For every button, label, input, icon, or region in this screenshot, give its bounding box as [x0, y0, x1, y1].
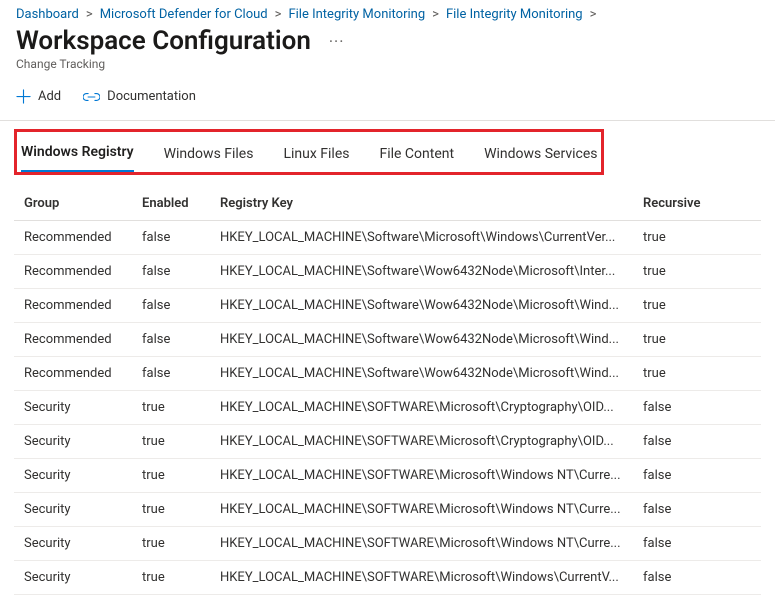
- add-button[interactable]: Add: [16, 89, 61, 104]
- documentation-link[interactable]: Documentation: [83, 89, 196, 104]
- col-group[interactable]: Group: [24, 196, 134, 211]
- breadcrumb-item[interactable]: Microsoft Defender for Cloud: [100, 7, 268, 22]
- cell-recursive: false: [643, 400, 723, 415]
- cell-registry-key: HKEY_LOCAL_MACHINE\Software\Wow6432Node\…: [220, 366, 635, 381]
- table-row[interactable]: Recommended false HKEY_LOCAL_MACHINE\Softw…: [14, 357, 761, 391]
- toolbar: Add Documentation: [0, 71, 775, 120]
- table-row[interactable]: Security true HKEY_LOCAL_MACHINE\SOFTWARE\…: [14, 459, 761, 493]
- cell-enabled: true: [142, 434, 212, 449]
- cell-registry-key: HKEY_LOCAL_MACHINE\SOFTWARE\Microsoft\Wi…: [220, 468, 635, 483]
- cell-enabled: true: [142, 502, 212, 517]
- table-row[interactable]: Security true HKEY_LOCAL_MACHINE\SOFTWARE\…: [14, 527, 761, 561]
- cell-group: Recommended: [24, 298, 134, 313]
- cell-enabled: false: [142, 298, 212, 313]
- breadcrumb-item[interactable]: Dashboard: [16, 7, 79, 22]
- cell-registry-key: HKEY_LOCAL_MACHINE\Software\Microsoft\Wi…: [220, 230, 635, 245]
- table-row[interactable]: Security true HKEY_LOCAL_MACHINE\SOFTWARE\…: [14, 561, 761, 595]
- chevron-right-icon: >: [275, 7, 282, 22]
- tabs-highlight-box: Windows Registry Windows Files Linux Fil…: [14, 129, 604, 175]
- tab-file-content[interactable]: File Content: [379, 142, 454, 172]
- more-actions-button[interactable]: ···: [329, 32, 345, 51]
- cell-enabled: true: [142, 570, 212, 585]
- table-row[interactable]: Security true HKEY_LOCAL_MACHINE\SOFTWARE\…: [14, 425, 761, 459]
- cell-recursive: true: [643, 264, 723, 279]
- tabs: Windows Registry Windows Files Linux Fil…: [21, 140, 597, 172]
- cell-registry-key: HKEY_LOCAL_MACHINE\Software\Wow6432Node\…: [220, 264, 635, 279]
- add-button-label: Add: [38, 89, 61, 104]
- table-row[interactable]: Recommended false HKEY_LOCAL_MACHINE\Softw…: [14, 323, 761, 357]
- cell-group: Recommended: [24, 366, 134, 381]
- cell-recursive: true: [643, 230, 723, 245]
- table-row[interactable]: Recommended false HKEY_LOCAL_MACHINE\Softw…: [14, 289, 761, 323]
- cell-registry-key: HKEY_LOCAL_MACHINE\Software\Wow6432Node\…: [220, 298, 635, 313]
- chevron-right-icon: >: [590, 7, 597, 22]
- table-row[interactable]: Security true HKEY_LOCAL_MACHINE\SOFTWARE\…: [14, 391, 761, 425]
- cell-enabled: true: [142, 536, 212, 551]
- tab-linux-files[interactable]: Linux Files: [283, 142, 349, 172]
- table-row[interactable]: Security true HKEY_LOCAL_MACHINE\SOFTWARE\…: [14, 493, 761, 527]
- cell-recursive: false: [643, 536, 723, 551]
- cell-registry-key: HKEY_LOCAL_MACHINE\SOFTWARE\Microsoft\Cr…: [220, 434, 635, 449]
- cell-group: Security: [24, 468, 134, 483]
- breadcrumb-item[interactable]: File Integrity Monitoring: [288, 7, 425, 22]
- cell-recursive: true: [643, 332, 723, 347]
- cell-enabled: true: [142, 468, 212, 483]
- cell-group: Security: [24, 434, 134, 449]
- col-enabled[interactable]: Enabled: [142, 196, 212, 211]
- col-recursive[interactable]: Recursive: [643, 196, 723, 211]
- cell-enabled: false: [142, 264, 212, 279]
- cell-enabled: true: [142, 400, 212, 415]
- chevron-right-icon: >: [432, 7, 439, 22]
- table-row[interactable]: Recommended false HKEY_LOCAL_MACHINE\Softw…: [14, 255, 761, 289]
- cell-registry-key: HKEY_LOCAL_MACHINE\SOFTWARE\Microsoft\Wi…: [220, 570, 635, 585]
- page-subtitle: Change Tracking: [0, 56, 775, 71]
- cell-recursive: true: [643, 366, 723, 381]
- tab-windows-registry[interactable]: Windows Registry: [21, 140, 134, 172]
- plus-icon: [16, 89, 31, 104]
- cell-group: Security: [24, 502, 134, 517]
- chevron-right-icon: >: [86, 7, 93, 22]
- documentation-link-label: Documentation: [107, 89, 196, 104]
- breadcrumb-item[interactable]: File Integrity Monitoring: [446, 7, 583, 22]
- cell-enabled: false: [142, 332, 212, 347]
- cell-recursive: false: [643, 570, 723, 585]
- cell-enabled: false: [142, 230, 212, 245]
- tab-windows-services[interactable]: Windows Services: [484, 142, 597, 172]
- cell-recursive: false: [643, 468, 723, 483]
- cell-group: Recommended: [24, 264, 134, 279]
- cell-group: Security: [24, 570, 134, 585]
- cell-registry-key: HKEY_LOCAL_MACHINE\SOFTWARE\Microsoft\Cr…: [220, 400, 635, 415]
- link-icon: [83, 90, 100, 104]
- cell-registry-key: HKEY_LOCAL_MACHINE\SOFTWARE\Microsoft\Wi…: [220, 536, 635, 551]
- registry-table: Group Enabled Registry Key Recursive Rec…: [14, 187, 761, 595]
- cell-registry-key: HKEY_LOCAL_MACHINE\Software\Wow6432Node\…: [220, 332, 635, 347]
- cell-enabled: false: [142, 366, 212, 381]
- page-title: Workspace Configuration: [16, 26, 311, 56]
- cell-group: Recommended: [24, 332, 134, 347]
- tab-windows-files[interactable]: Windows Files: [164, 142, 254, 172]
- cell-registry-key: HKEY_LOCAL_MACHINE\SOFTWARE\Microsoft\Wi…: [220, 502, 635, 517]
- table-row[interactable]: Recommended false HKEY_LOCAL_MACHINE\Softw…: [14, 221, 761, 255]
- cell-group: Recommended: [24, 230, 134, 245]
- cell-group: Security: [24, 536, 134, 551]
- cell-recursive: false: [643, 434, 723, 449]
- cell-group: Security: [24, 400, 134, 415]
- cell-recursive: false: [643, 502, 723, 517]
- divider: [0, 120, 775, 121]
- col-registry-key[interactable]: Registry Key: [220, 196, 635, 211]
- breadcrumb: Dashboard > Microsoft Defender for Cloud…: [0, 0, 775, 26]
- table-header-row: Group Enabled Registry Key Recursive: [14, 187, 761, 221]
- cell-recursive: true: [643, 298, 723, 313]
